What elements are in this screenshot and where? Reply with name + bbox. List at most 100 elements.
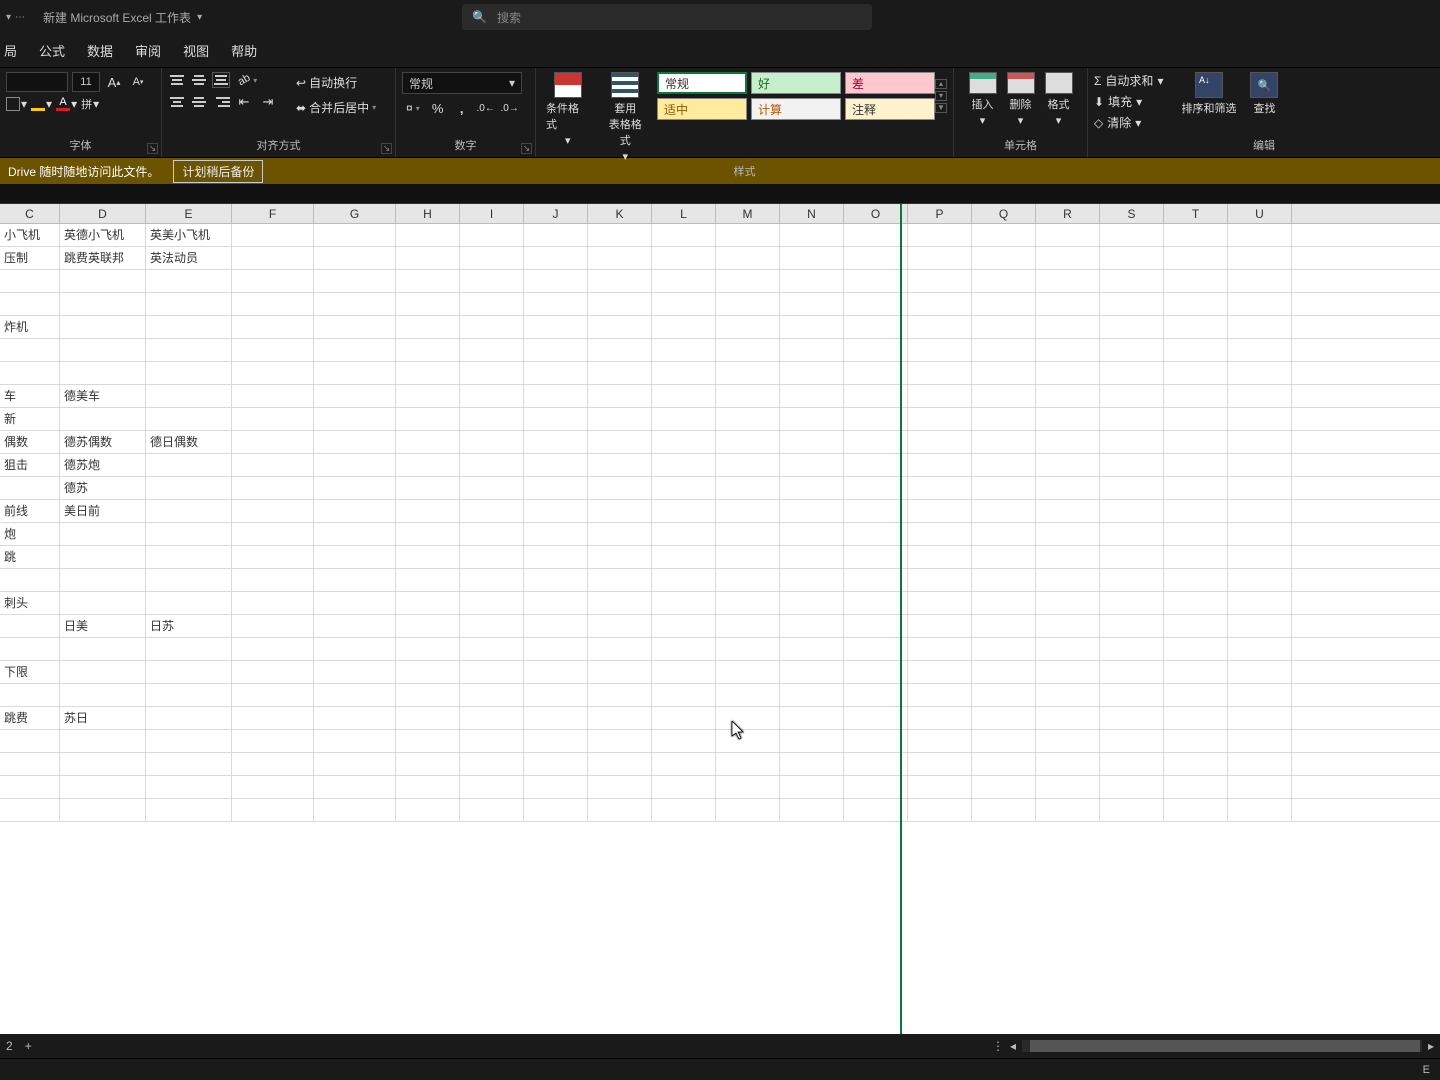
cell[interactable] — [314, 730, 396, 752]
cell[interactable] — [314, 569, 396, 591]
cell[interactable] — [908, 638, 972, 660]
cell[interactable] — [396, 661, 460, 683]
cell[interactable] — [314, 385, 396, 407]
cell[interactable] — [780, 224, 844, 246]
cell[interactable] — [314, 500, 396, 522]
cell[interactable] — [1100, 293, 1164, 315]
cell[interactable] — [1164, 546, 1228, 568]
cell[interactable] — [1164, 776, 1228, 798]
cell[interactable] — [146, 293, 232, 315]
cell[interactable] — [1164, 247, 1228, 269]
cell[interactable] — [780, 270, 844, 292]
cell[interactable] — [460, 339, 524, 361]
cell[interactable] — [0, 753, 60, 775]
cell[interactable] — [232, 408, 314, 430]
cell[interactable] — [396, 293, 460, 315]
cell[interactable] — [1228, 293, 1292, 315]
cell[interactable] — [972, 592, 1036, 614]
cell[interactable] — [60, 362, 146, 384]
conditional-format-button[interactable]: 条件格式▾ — [542, 72, 594, 147]
cell[interactable] — [652, 569, 716, 591]
cell[interactable] — [460, 362, 524, 384]
cell[interactable] — [314, 362, 396, 384]
cell[interactable] — [780, 247, 844, 269]
cell[interactable] — [146, 546, 232, 568]
cell[interactable] — [908, 615, 972, 637]
cell[interactable] — [652, 615, 716, 637]
cell[interactable] — [1228, 707, 1292, 729]
cell[interactable] — [232, 454, 314, 476]
cell[interactable]: 美日前 — [60, 500, 146, 522]
cell[interactable] — [908, 523, 972, 545]
cell[interactable] — [1036, 615, 1100, 637]
cell[interactable] — [844, 362, 908, 384]
cell[interactable] — [524, 431, 588, 453]
cell[interactable] — [716, 362, 780, 384]
font-name-input[interactable] — [6, 72, 68, 92]
cell[interactable]: 偶数 — [0, 431, 60, 453]
style-good[interactable]: 好 — [751, 72, 841, 94]
chevron-down-icon[interactable]: ▾ — [197, 12, 202, 23]
cell[interactable] — [232, 707, 314, 729]
cell[interactable] — [0, 293, 60, 315]
cell[interactable] — [1164, 730, 1228, 752]
cell[interactable] — [232, 661, 314, 683]
cell[interactable] — [716, 477, 780, 499]
cell[interactable] — [716, 592, 780, 614]
cell[interactable] — [652, 247, 716, 269]
border-button[interactable]: ▾ — [6, 97, 27, 111]
cell[interactable] — [1228, 661, 1292, 683]
table-row[interactable] — [0, 569, 1440, 592]
cell[interactable] — [780, 776, 844, 798]
cell[interactable] — [460, 454, 524, 476]
font-dialog-launcher-icon[interactable]: ↘ — [147, 143, 158, 154]
cell[interactable] — [716, 753, 780, 775]
increase-font-icon[interactable]: A▴ — [104, 72, 124, 92]
cell[interactable] — [1228, 316, 1292, 338]
cell[interactable] — [524, 615, 588, 637]
table-row[interactable]: 跳费苏日 — [0, 707, 1440, 730]
cell[interactable] — [146, 270, 232, 292]
cell[interactable]: 德苏偶数 — [60, 431, 146, 453]
cell[interactable] — [146, 799, 232, 821]
col-header-U[interactable]: U — [1228, 204, 1292, 223]
column-headers[interactable]: CDEFGHIJKLMNOPQRSTU — [0, 204, 1440, 224]
col-header-G[interactable]: G — [314, 204, 396, 223]
col-header-H[interactable]: H — [396, 204, 460, 223]
cell[interactable] — [844, 684, 908, 706]
cell[interactable] — [524, 224, 588, 246]
cell[interactable] — [716, 454, 780, 476]
cell[interactable] — [652, 477, 716, 499]
cell[interactable]: 小飞机 — [0, 224, 60, 246]
cell[interactable] — [524, 707, 588, 729]
cell[interactable] — [232, 776, 314, 798]
table-row[interactable]: 炮 — [0, 523, 1440, 546]
cell[interactable] — [460, 638, 524, 660]
cell[interactable] — [780, 569, 844, 591]
cell[interactable] — [314, 247, 396, 269]
cell[interactable] — [314, 293, 396, 315]
table-row[interactable] — [0, 684, 1440, 707]
cell[interactable] — [460, 247, 524, 269]
col-header-C[interactable]: C — [0, 204, 60, 223]
cell[interactable] — [146, 477, 232, 499]
align-top-icon[interactable] — [168, 72, 186, 88]
cell[interactable] — [716, 661, 780, 683]
cell[interactable] — [844, 592, 908, 614]
cell[interactable] — [844, 500, 908, 522]
cell[interactable] — [460, 707, 524, 729]
cell[interactable]: 日苏 — [146, 615, 232, 637]
cell[interactable] — [1100, 615, 1164, 637]
cell[interactable] — [908, 224, 972, 246]
merge-center-button[interactable]: ⬌合并后居中▾ — [292, 97, 380, 118]
cell[interactable] — [232, 638, 314, 660]
cell[interactable] — [460, 500, 524, 522]
cell[interactable] — [232, 615, 314, 637]
cell[interactable] — [1036, 500, 1100, 522]
cell[interactable] — [1228, 477, 1292, 499]
cell[interactable] — [1228, 730, 1292, 752]
cell[interactable] — [314, 546, 396, 568]
cell[interactable] — [588, 339, 652, 361]
scroll-left-icon[interactable]: ◂ — [1010, 1039, 1016, 1053]
cell[interactable] — [1036, 592, 1100, 614]
